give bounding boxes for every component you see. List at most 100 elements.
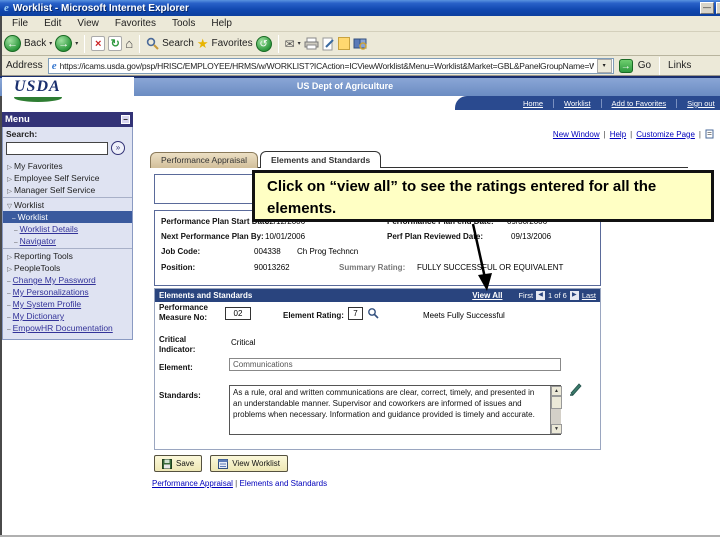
mail-dropdown-icon[interactable]: ▾ bbox=[298, 40, 301, 47]
element-input[interactable]: Communications bbox=[229, 358, 561, 371]
address-input[interactable]: e https://icams.usda.gov/psp/HRISC/EMPLO… bbox=[47, 57, 614, 74]
page-action-links: New Window | Help | Customize Page | bbox=[400, 129, 714, 139]
forward-dropdown-icon[interactable]: ▾ bbox=[75, 40, 78, 47]
home-icon[interactable]: ⌂ bbox=[125, 36, 133, 51]
sidebar-item-my-personalizations[interactable]: – My Personalizations bbox=[6, 286, 130, 298]
sidebar-item-label: PeopleTools bbox=[14, 263, 61, 273]
help-link[interactable]: Help bbox=[610, 130, 626, 139]
sidebar-item-label: EmpowHR Documentation bbox=[12, 323, 113, 333]
toolbar-separator bbox=[659, 56, 661, 75]
dash-icon: – bbox=[7, 278, 11, 285]
sidebar-item-worklist-details[interactable]: – Worklist Details bbox=[6, 223, 130, 235]
sidebar-item-employee-self-service[interactable]: ▷ Employee Self Service bbox=[6, 172, 130, 184]
sidebar-item-label: Manager Self Service bbox=[14, 185, 96, 195]
sidebar-item-label: Employee Self Service bbox=[14, 173, 100, 183]
refresh-icon[interactable]: ↻ bbox=[108, 36, 123, 51]
research-icon[interactable] bbox=[353, 37, 367, 50]
sidebar-item-label: My System Profile bbox=[12, 299, 82, 309]
portal-link-signout[interactable]: Sign out bbox=[676, 98, 720, 108]
standards-scrollbar[interactable]: ▲ ▼ bbox=[550, 386, 562, 434]
scroll-thumb[interactable] bbox=[551, 396, 562, 409]
field-label: Summary Rating: bbox=[339, 263, 406, 272]
measure-label: Performance Measure No: bbox=[159, 303, 208, 322]
history-icon[interactable]: ↺ bbox=[255, 35, 272, 52]
sidebar-item-worklist-selected[interactable]: – Worklist bbox=[3, 211, 132, 223]
sidebar-item-my-system-profile[interactable]: – My System Profile bbox=[6, 298, 130, 310]
standards-textarea[interactable]: As a rule, oral and written communicatio… bbox=[229, 385, 561, 435]
scroll-up-icon[interactable]: ▲ bbox=[551, 386, 562, 396]
forward-icon[interactable]: → bbox=[55, 35, 73, 52]
pager-next-icon[interactable]: ▶ bbox=[569, 291, 579, 300]
menu-edit[interactable]: Edit bbox=[36, 18, 69, 29]
sidebar-collapse-icon[interactable]: − bbox=[121, 115, 130, 124]
customize-page-link[interactable]: Customize Page bbox=[636, 130, 695, 139]
view-worklist-button[interactable]: View Worklist bbox=[210, 455, 288, 472]
address-label: Address bbox=[6, 60, 43, 71]
edit-icon[interactable] bbox=[322, 37, 335, 51]
sidebar-item-change-password[interactable]: – Change My Password bbox=[6, 274, 130, 286]
footer-elements-standards-link[interactable]: Elements and Standards bbox=[239, 479, 327, 488]
footer-performance-appraisal-link[interactable]: Performance Appraisal bbox=[152, 479, 233, 488]
sidebar-item-empowhr-documentation[interactable]: – EmpowHR Documentation bbox=[6, 322, 130, 334]
sidebar-item-navigator[interactable]: – Navigator bbox=[6, 235, 130, 247]
minimize-button[interactable]: — bbox=[700, 2, 714, 14]
spell-check-icon[interactable] bbox=[569, 381, 584, 396]
sidebar-item-label: Worklist bbox=[14, 200, 45, 210]
new-window-link[interactable]: New Window bbox=[553, 130, 600, 139]
sidebar-item-my-favorites[interactable]: ▷ My Favorites bbox=[6, 160, 130, 172]
portal-link-add-favorites[interactable]: Add to Favorites bbox=[600, 98, 677, 108]
pager-prev-icon[interactable]: ◀ bbox=[536, 291, 546, 300]
toolbar-separator bbox=[84, 34, 86, 53]
expand-icon: ▷ bbox=[7, 254, 12, 261]
back-icon[interactable]: ← bbox=[4, 35, 21, 52]
address-bar: Address e https://icams.usda.gov/psp/HRI… bbox=[0, 56, 720, 76]
search-icon[interactable] bbox=[146, 37, 159, 50]
back-label[interactable]: Back bbox=[24, 38, 46, 49]
dash-icon: – bbox=[7, 326, 11, 333]
rating-lookup-icon[interactable] bbox=[367, 307, 379, 319]
rating-input[interactable]: 7 bbox=[348, 307, 363, 320]
favorites-star-icon[interactable]: ★ bbox=[197, 36, 209, 52]
tab-performance-appraisal[interactable]: Performance Appraisal bbox=[150, 152, 258, 168]
pager-first[interactable]: First bbox=[518, 291, 533, 300]
address-dropdown-icon[interactable]: ▾ bbox=[596, 58, 612, 73]
sidebar-item-reporting-tools[interactable]: ▷ Reporting Tools bbox=[6, 250, 130, 262]
favorites-label[interactable]: Favorites bbox=[211, 38, 252, 49]
go-label[interactable]: Go bbox=[638, 60, 651, 71]
stop-icon[interactable]: × bbox=[91, 36, 106, 51]
field-label: Job Code: bbox=[161, 247, 201, 256]
discuss-icon[interactable] bbox=[337, 37, 350, 50]
measure-input[interactable]: 02 bbox=[225, 307, 251, 320]
menu-view[interactable]: View bbox=[69, 18, 107, 29]
worklist-icon bbox=[218, 458, 229, 469]
menu-favorites[interactable]: Favorites bbox=[107, 18, 164, 29]
menu-file[interactable]: File bbox=[4, 18, 36, 29]
element-label: Element: bbox=[159, 363, 193, 372]
sidebar-item-label: Worklist Details bbox=[19, 224, 79, 234]
ie-logo-icon: e bbox=[4, 2, 9, 14]
save-button[interactable]: Save bbox=[154, 455, 203, 472]
back-dropdown-icon[interactable]: ▾ bbox=[49, 40, 52, 47]
search-label[interactable]: Search bbox=[162, 38, 194, 49]
tab-elements-and-standards[interactable]: Elements and Standards bbox=[260, 151, 382, 168]
menu-tools[interactable]: Tools bbox=[164, 18, 203, 29]
sidebar-item-my-dictionary[interactable]: – My Dictionary bbox=[6, 310, 130, 322]
sidebar-search-go-icon[interactable]: » bbox=[111, 141, 125, 155]
footer-links: Performance Appraisal | Elements and Sta… bbox=[152, 479, 327, 488]
mail-icon[interactable]: ✉ bbox=[285, 37, 295, 51]
sidebar-item-peopletools[interactable]: ▷ PeopleTools bbox=[6, 262, 130, 274]
maximize-button[interactable]: ▢ bbox=[716, 2, 720, 14]
copy-url-icon[interactable] bbox=[705, 129, 714, 139]
sidebar-item-manager-self-service[interactable]: ▷ Manager Self Service bbox=[6, 184, 130, 196]
slide-bottom-edge bbox=[0, 535, 720, 537]
sidebar-search-input[interactable] bbox=[6, 141, 108, 155]
pager-last[interactable]: Last bbox=[582, 291, 596, 300]
links-label[interactable]: Links bbox=[668, 60, 691, 71]
go-icon[interactable]: → bbox=[618, 58, 633, 73]
sidebar-item-worklist-group[interactable]: ▽ Worklist bbox=[6, 199, 130, 211]
portal-link-worklist[interactable]: Worklist bbox=[553, 98, 601, 108]
portal-link-home[interactable]: Home bbox=[513, 99, 553, 108]
print-icon[interactable] bbox=[304, 37, 319, 50]
menu-help[interactable]: Help bbox=[203, 18, 240, 29]
scroll-down-icon[interactable]: ▼ bbox=[551, 424, 562, 434]
